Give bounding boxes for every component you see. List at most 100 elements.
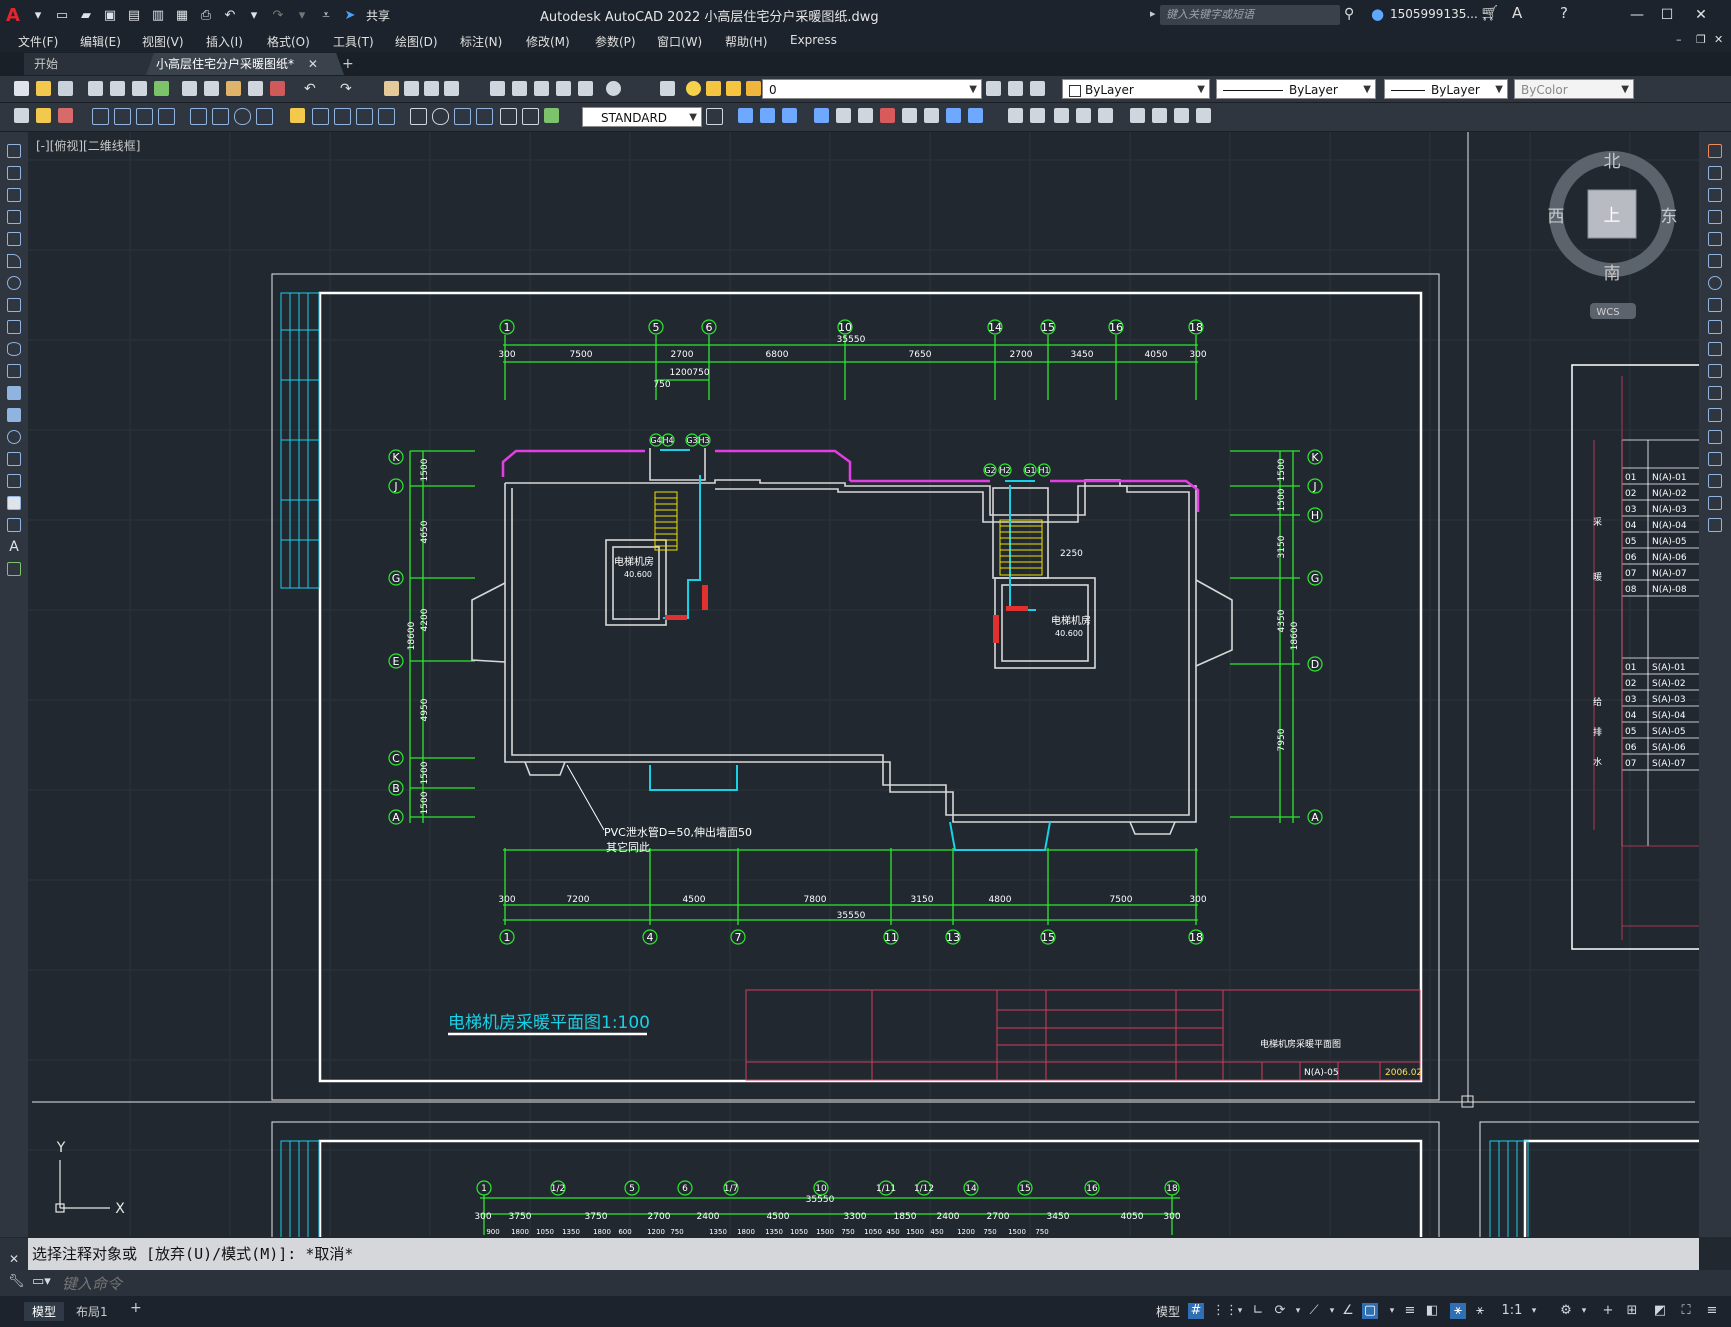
- copy-icon[interactable]: [204, 81, 219, 96]
- annotation-visibility-icon[interactable]: ⚹: [1450, 1303, 1466, 1319]
- construction-line-icon[interactable]: [7, 166, 21, 180]
- dim-baseline-icon[interactable]: [312, 108, 329, 125]
- ellipse-icon[interactable]: [7, 342, 21, 356]
- dim-break-icon[interactable]: [378, 108, 395, 125]
- dim-arc-icon[interactable]: [136, 108, 153, 125]
- dim-diameter-icon[interactable]: [234, 108, 251, 125]
- undo-tb-icon[interactable]: ↶: [304, 81, 319, 97]
- autocad-logo[interactable]: A: [0, 5, 26, 26]
- inspect-icon[interactable]: [454, 108, 471, 125]
- recent-commands-icon[interactable]: ▭▾: [32, 1274, 51, 1289]
- viewport-controls-label[interactable]: [-][俯视][二维线框]: [36, 137, 140, 154]
- undo-dropdown-icon[interactable]: ▾: [244, 5, 264, 25]
- save-tb-icon[interactable]: [58, 81, 73, 96]
- search-icon[interactable]: ⚲: [1344, 6, 1354, 22]
- color-dropdown[interactable]: ByLayer ▼: [1062, 79, 1210, 99]
- polar-icon[interactable]: ⟳: [1272, 1303, 1288, 1319]
- fillet-icon[interactable]: [1708, 474, 1722, 488]
- view-right-icon[interactable]: [1076, 108, 1091, 123]
- arc-icon[interactable]: [7, 254, 21, 268]
- menu-view[interactable]: 视图(V): [142, 33, 184, 50]
- layer-dropdown[interactable]: 0 ▼: [762, 79, 982, 99]
- annotation-scale[interactable]: 1:1: [1498, 1303, 1526, 1319]
- fullscreen-icon[interactable]: ⛶: [1678, 1303, 1694, 1319]
- help-tb-icon[interactable]: [606, 81, 621, 96]
- menu-edit[interactable]: 编辑(E): [80, 33, 121, 50]
- tab-layout1[interactable]: 布局1: [68, 1302, 116, 1321]
- menu-help[interactable]: 帮助(H): [725, 33, 767, 50]
- 3d-print-icon[interactable]: [154, 81, 169, 96]
- preview-icon[interactable]: [110, 81, 125, 96]
- dim-linear-icon[interactable]: [92, 108, 109, 125]
- plotstyle-dropdown[interactable]: ByColor ▼: [1514, 79, 1634, 99]
- center-mark-icon[interactable]: [432, 108, 449, 125]
- keyword-search-input[interactable]: 键入关键字或短语: [1160, 5, 1340, 25]
- stretch-icon[interactable]: [1708, 320, 1722, 334]
- ucs-zaxis-icon[interactable]: [902, 108, 917, 123]
- erase-icon[interactable]: [1708, 144, 1722, 158]
- tolerance-icon[interactable]: [410, 108, 427, 125]
- viewcube-west[interactable]: 西: [1548, 207, 1565, 227]
- help-icon[interactable]: ?: [1560, 4, 1568, 22]
- block-editor-icon[interactable]: [270, 81, 285, 96]
- break-point-icon[interactable]: [1708, 386, 1722, 400]
- tab-model[interactable]: 模型: [24, 1302, 65, 1321]
- menu-dimension[interactable]: 标注(N): [460, 33, 502, 50]
- maximize-button[interactable]: ☐: [1654, 4, 1680, 26]
- redo-icon[interactable]: ↷: [268, 5, 288, 25]
- pan-icon[interactable]: [384, 81, 399, 96]
- redo-tb-icon[interactable]: ↷: [340, 81, 355, 97]
- explode-icon[interactable]: [1708, 518, 1722, 532]
- snap-dropdown-icon[interactable]: ▾: [1232, 1303, 1248, 1319]
- grid-icon[interactable]: #: [1188, 1303, 1204, 1319]
- dim-space-icon[interactable]: [356, 108, 373, 125]
- hatch-icon[interactable]: [7, 452, 21, 466]
- dim-jogged-icon[interactable]: [212, 108, 229, 125]
- break-icon[interactable]: [1708, 408, 1722, 422]
- plot-icon[interactable]: [88, 81, 103, 96]
- app-menu-arrow-icon[interactable]: ▾: [28, 5, 48, 25]
- sheet-set-icon[interactable]: [556, 81, 571, 96]
- dim-ordinate-icon[interactable]: [158, 108, 175, 125]
- layer-manager-icon[interactable]: [660, 81, 675, 96]
- view-iso3-icon[interactable]: [1174, 108, 1189, 123]
- autodesk-app-icon[interactable]: A: [1512, 4, 1522, 22]
- cart-icon[interactable]: 🛒︎: [1480, 4, 1499, 22]
- layer-thaw-icon[interactable]: [706, 81, 721, 96]
- gradient-icon[interactable]: [7, 474, 21, 488]
- layer-state-icon[interactable]: [1030, 81, 1045, 96]
- layer-previous-icon[interactable]: [1008, 81, 1023, 96]
- make-current-layer-icon[interactable]: [986, 81, 1001, 96]
- tab-active-drawing[interactable]: 小高层住宅分户采暖图纸* ✕: [146, 53, 344, 75]
- make-block-icon[interactable]: [7, 408, 21, 422]
- revcloud-icon[interactable]: [7, 298, 21, 312]
- save-web-icon[interactable]: ▥: [148, 5, 168, 25]
- ucs-object-icon[interactable]: [836, 108, 851, 123]
- lineweight-toggle-icon[interactable]: ≡: [1402, 1303, 1418, 1319]
- user-account-label[interactable]: 1505999135...: [1390, 7, 1478, 21]
- scale-dropdown-icon[interactable]: ▾: [1526, 1303, 1542, 1319]
- dim-text-edit-icon[interactable]: [522, 108, 539, 125]
- match-prop-icon[interactable]: [248, 81, 263, 96]
- snap-icon[interactable]: ⋮⋮: [1212, 1303, 1238, 1319]
- layer-on-icon[interactable]: [686, 81, 701, 96]
- scale-icon[interactable]: [1708, 298, 1722, 312]
- minimize-button[interactable]: —: [1624, 4, 1650, 26]
- isodraft-icon[interactable]: ⟋: [1306, 1303, 1322, 1319]
- circle-icon[interactable]: [7, 276, 21, 290]
- search-expand-icon[interactable]: ▸: [1150, 7, 1156, 20]
- model-space-label[interactable]: 模型: [1148, 1302, 1188, 1321]
- menu-insert[interactable]: 插入(I): [206, 33, 243, 50]
- dim-aligned-icon[interactable]: [114, 108, 131, 125]
- close-button[interactable]: ✕: [1688, 4, 1714, 26]
- viewcube-north[interactable]: 北: [1604, 152, 1621, 172]
- menu-format[interactable]: 格式(O): [267, 33, 310, 50]
- polyline-icon[interactable]: [7, 188, 21, 202]
- ucs-3point-icon[interactable]: [924, 108, 939, 123]
- iso-dropdown-icon[interactable]: ▾: [1324, 1303, 1340, 1319]
- design-center-icon[interactable]: [512, 81, 527, 96]
- isolate-objects-icon[interactable]: ◩: [1652, 1303, 1668, 1319]
- menu-window[interactable]: 窗口(W): [657, 33, 702, 50]
- annotation-monitor-icon[interactable]: +: [1600, 1303, 1616, 1319]
- add-layout-icon[interactable]: +: [122, 1299, 150, 1317]
